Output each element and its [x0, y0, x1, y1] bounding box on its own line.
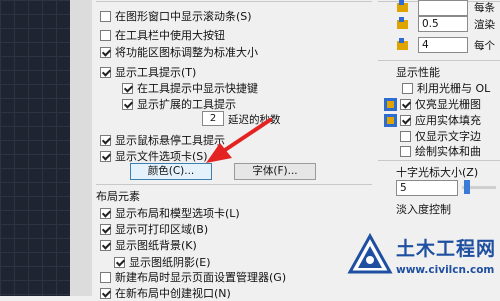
- watermark-site-name: 土木工程网: [396, 238, 497, 260]
- watermark-logo-icon: [347, 232, 393, 274]
- watermark-url: www.civilcn.com: [396, 264, 495, 276]
- watermark: 土木工程网 www.civilcn.com: [346, 230, 496, 294]
